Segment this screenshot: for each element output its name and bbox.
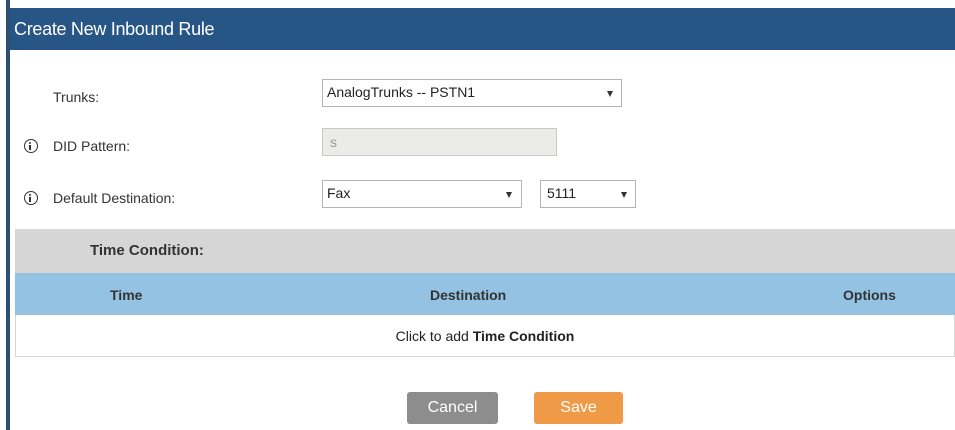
- did-pattern-input: s: [322, 128, 557, 156]
- dialog-titlebar: Create New Inbound Rule: [10, 8, 955, 50]
- destination-type-select[interactable]: Fax: [322, 180, 522, 208]
- did-pattern-value: s: [330, 134, 337, 150]
- time-condition-section-header: Time Condition:: [15, 229, 955, 273]
- destination-extension-select[interactable]: 5111: [540, 180, 636, 208]
- chevron-down-icon: [506, 192, 512, 198]
- trunks-select[interactable]: AnalogTrunks -- PSTN1: [322, 79, 622, 107]
- add-time-condition-target: Time Condition: [472, 328, 575, 344]
- add-time-condition-link[interactable]: Click to add Time Condition: [16, 328, 954, 344]
- window-left-edge: [0, 0, 10, 430]
- trunks-select-value: AnalogTrunks -- PSTN1: [327, 84, 476, 100]
- dialog-title: Create New Inbound Rule: [14, 19, 215, 39]
- chevron-down-icon: [607, 91, 613, 97]
- did-pattern-label: DID Pattern:: [53, 138, 131, 154]
- save-button[interactable]: Save: [534, 392, 623, 424]
- chevron-down-icon: [621, 192, 627, 198]
- trunks-label: Trunks:: [53, 89, 100, 105]
- time-condition-table-body: Click to add Time Condition: [15, 315, 955, 357]
- default-destination-label: Default Destination:: [53, 190, 176, 206]
- time-condition-table-header: Time Destination Options: [15, 273, 955, 315]
- cancel-button[interactable]: Cancel: [407, 392, 498, 424]
- destination-extension-value: 5111: [547, 185, 577, 201]
- column-header-time: Time: [110, 287, 143, 303]
- add-time-condition-prefix: Click to add: [395, 328, 469, 344]
- create-inbound-rule-dialog: Create New Inbound Rule Trunks: AnalogTr…: [10, 8, 955, 430]
- info-icon[interactable]: [24, 139, 38, 153]
- info-icon[interactable]: [24, 191, 38, 205]
- column-header-destination: Destination: [430, 287, 507, 303]
- column-header-options: Options: [843, 287, 896, 303]
- time-condition-label: Time Condition:: [90, 242, 204, 259]
- destination-type-value: Fax: [327, 185, 351, 201]
